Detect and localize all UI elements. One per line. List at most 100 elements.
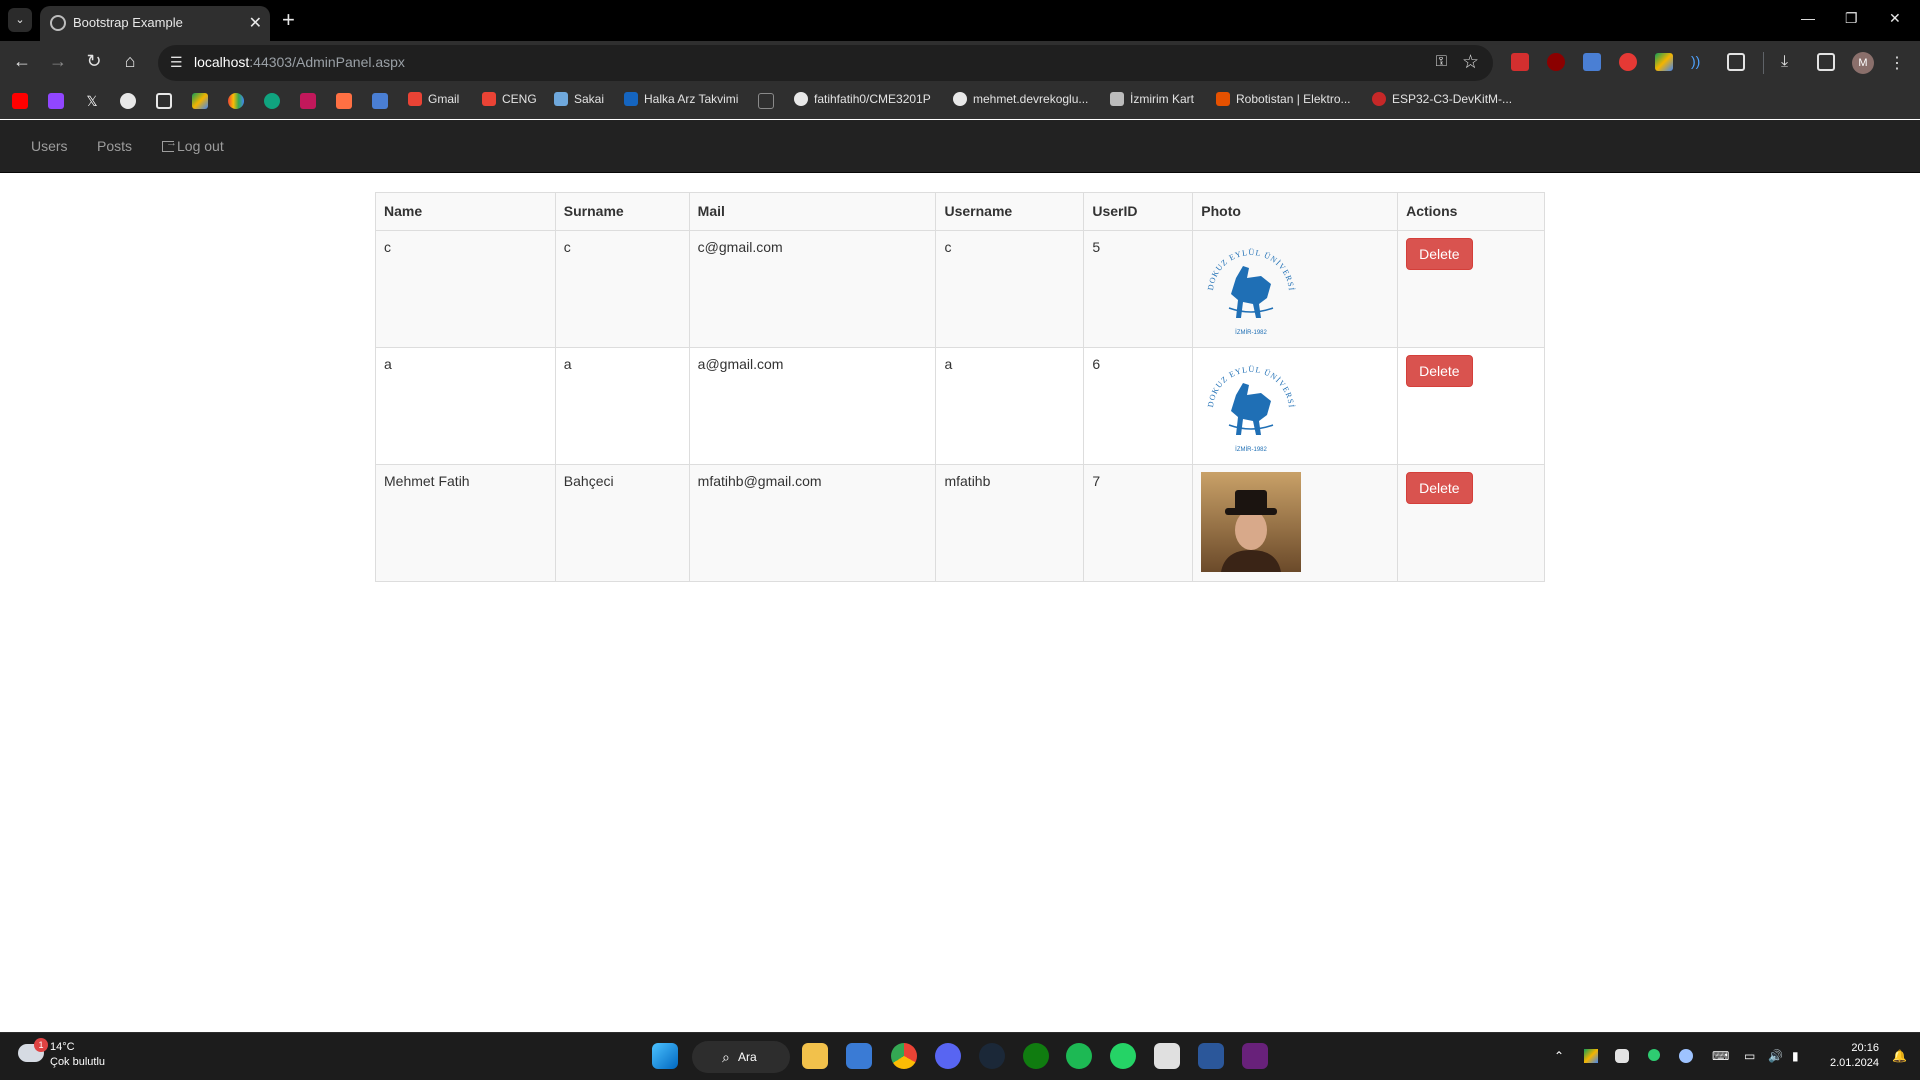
bookmark-halka-arz[interactable]: Halka Arz Takvimi: [624, 92, 738, 106]
forward-icon[interactable]: →: [46, 51, 70, 72]
audio-extension-icon[interactable]: )): [1691, 53, 1709, 71]
back-icon[interactable]: ←: [10, 51, 34, 72]
bookmark-sakai[interactable]: Sakai: [554, 92, 604, 106]
user-portrait-photo: [1201, 472, 1302, 572]
close-tab-icon[interactable]: ✕: [249, 13, 262, 33]
bookmark-ceng[interactable]: CENG: [482, 92, 537, 106]
side-panel-icon[interactable]: [1817, 53, 1835, 71]
new-tab-button[interactable]: +: [282, 8, 295, 32]
screen-bookmark-icon[interactable]: [758, 93, 774, 109]
address-bar[interactable]: ☰ localhost:44303/AdminPanel.aspx ⚿ ☆: [158, 45, 1493, 81]
bookmark-esp32[interactable]: ESP32-C3-DevKitM-...: [1372, 92, 1512, 106]
tray-drive-icon[interactable]: [1584, 1049, 1598, 1063]
delete-button[interactable]: Delete: [1406, 238, 1473, 270]
extensions-puzzle-icon[interactable]: [1727, 53, 1745, 71]
table-row: Mehmet Fatih Bahçeci mfatihb@gmail.com m…: [375, 464, 1545, 582]
keyboard-icon[interactable]: ⌨: [1712, 1049, 1729, 1063]
cell-mail: c@gmail.com: [688, 230, 937, 348]
ublock-extension-icon[interactable]: [1547, 53, 1565, 71]
spotify-icon[interactable]: [1066, 1043, 1092, 1069]
bookmark-izmirim-kart[interactable]: İzmirim Kart: [1110, 92, 1194, 106]
bookmark-label: İzmirim Kart: [1130, 92, 1194, 106]
tray-overflow-icon[interactable]: ⌃: [1554, 1049, 1564, 1063]
table-row: a a a@gmail.com a 6 DOKUZ EYLÜL ÜNİVERSİ…: [375, 347, 1545, 465]
reload-icon[interactable]: ↻: [82, 51, 106, 72]
tray-steam-icon[interactable]: [1679, 1049, 1693, 1063]
minimize-button[interactable]: —: [1801, 10, 1815, 26]
nav-users-link[interactable]: Users: [31, 138, 68, 154]
sakai-icon: [554, 92, 568, 106]
bookmark-star-icon[interactable]: ☆: [1462, 51, 1479, 74]
profile-avatar[interactable]: M: [1852, 52, 1874, 74]
network-icon[interactable]: ▭: [1744, 1049, 1755, 1063]
clock-date: 2.01.2024: [1830, 1057, 1879, 1069]
notification-bell-icon[interactable]: 🔔: [1892, 1049, 1907, 1063]
cell-actions: Delete: [1397, 464, 1545, 582]
restore-button[interactable]: ❐: [1845, 10, 1858, 27]
drive-bookmark-icon[interactable]: [192, 93, 208, 109]
podcast-bookmark-icon[interactable]: [300, 93, 316, 109]
t-extension-icon[interactable]: [1619, 53, 1637, 71]
chatgpt-bookmark-icon[interactable]: [264, 93, 280, 109]
cell-name: c: [375, 230, 556, 348]
tray-app-icon[interactable]: [1648, 1049, 1660, 1061]
snipping-tool-icon[interactable]: [1154, 1043, 1180, 1069]
translate-extension-icon[interactable]: [1583, 53, 1601, 71]
menu-kebab-icon[interactable]: ⋮: [1889, 53, 1907, 72]
password-key-icon[interactable]: ⚿: [1436, 53, 1447, 70]
volume-icon[interactable]: 🔊: [1768, 1049, 1783, 1063]
chrome-icon[interactable]: [891, 1043, 917, 1069]
start-windows-icon[interactable]: [652, 1043, 678, 1069]
nav-logout-link[interactable]: Log out: [162, 137, 224, 154]
photos-bookmark-icon[interactable]: [228, 93, 244, 109]
home-icon[interactable]: ⌂: [118, 51, 142, 72]
taskbar-search[interactable]: ⌕ Ara: [692, 1041, 790, 1073]
cell-actions: Delete: [1397, 230, 1545, 348]
cell-photo: DOKUZ EYLÜL ÜNİVERSİTESİ İZMİR-1982: [1192, 230, 1399, 348]
bookmark-robotistan[interactable]: Robotistan | Elektro...: [1216, 92, 1351, 106]
battery-icon[interactable]: ▮: [1792, 1049, 1799, 1063]
cell-name: a: [375, 347, 556, 465]
close-window-button[interactable]: ✕: [1889, 10, 1901, 27]
word-icon[interactable]: [1198, 1043, 1224, 1069]
tab-search-button[interactable]: ⌄: [8, 8, 32, 32]
translate-bookmark-icon[interactable]: [372, 93, 388, 109]
users-table: Name Surname Mail Username UserID Photo …: [375, 192, 1545, 582]
bookmark-mehmet[interactable]: mehmet.devrekoglu...: [953, 92, 1088, 106]
store-icon[interactable]: [846, 1043, 872, 1069]
database-bookmark-icon[interactable]: [156, 93, 172, 109]
gmail-extension-icon[interactable]: [1511, 53, 1529, 71]
tray-discord-icon[interactable]: [1615, 1049, 1629, 1063]
cell-photo: DOKUZ EYLÜL ÜNİVERSİTESİ İZMİR-1982: [1192, 347, 1399, 465]
cell-surname: a: [554, 347, 690, 465]
bookmark-github-repo[interactable]: fatihfatih0/CME3201P: [794, 92, 931, 106]
taskbar-clock[interactable]: 20:16 2.01.2024: [1830, 1041, 1879, 1071]
steam-icon[interactable]: [979, 1043, 1005, 1069]
github-bookmark-icon[interactable]: [120, 93, 136, 109]
x-bookmark-icon[interactable]: 𝕏: [84, 93, 100, 109]
site-info-icon[interactable]: ☰: [170, 54, 183, 71]
izmirim-icon: [1110, 92, 1124, 106]
browser-tab-active[interactable]: Bootstrap Example ✕: [40, 6, 270, 41]
download-icon[interactable]: ⤓: [1781, 53, 1799, 71]
drive-extension-icon[interactable]: [1655, 53, 1673, 71]
twitch-bookmark-icon[interactable]: [48, 93, 64, 109]
discord-icon[interactable]: [935, 1043, 961, 1069]
visual-studio-icon[interactable]: [1242, 1043, 1268, 1069]
bookmark-label: fatihfatih0/CME3201P: [814, 92, 931, 106]
bookmark-label: Halka Arz Takvimi: [644, 92, 739, 106]
header-actions: Actions: [1397, 192, 1545, 231]
temperature: 14°C: [50, 1041, 75, 1053]
bookmark-label: Sakai: [574, 92, 605, 106]
bookmark-gmail[interactable]: Gmail: [408, 92, 459, 106]
pe-bookmark-icon[interactable]: [336, 93, 352, 109]
file-explorer-icon[interactable]: [802, 1043, 828, 1069]
nav-posts-link[interactable]: Posts: [97, 138, 132, 154]
delete-button[interactable]: Delete: [1406, 472, 1473, 504]
site-navbar: Users Posts Log out: [0, 120, 1920, 173]
xbox-icon[interactable]: [1023, 1043, 1049, 1069]
whatsapp-icon[interactable]: [1110, 1043, 1136, 1069]
delete-button[interactable]: Delete: [1406, 355, 1473, 387]
youtube-bookmark-icon[interactable]: [12, 93, 28, 109]
search-label: Ara: [738, 1050, 757, 1064]
